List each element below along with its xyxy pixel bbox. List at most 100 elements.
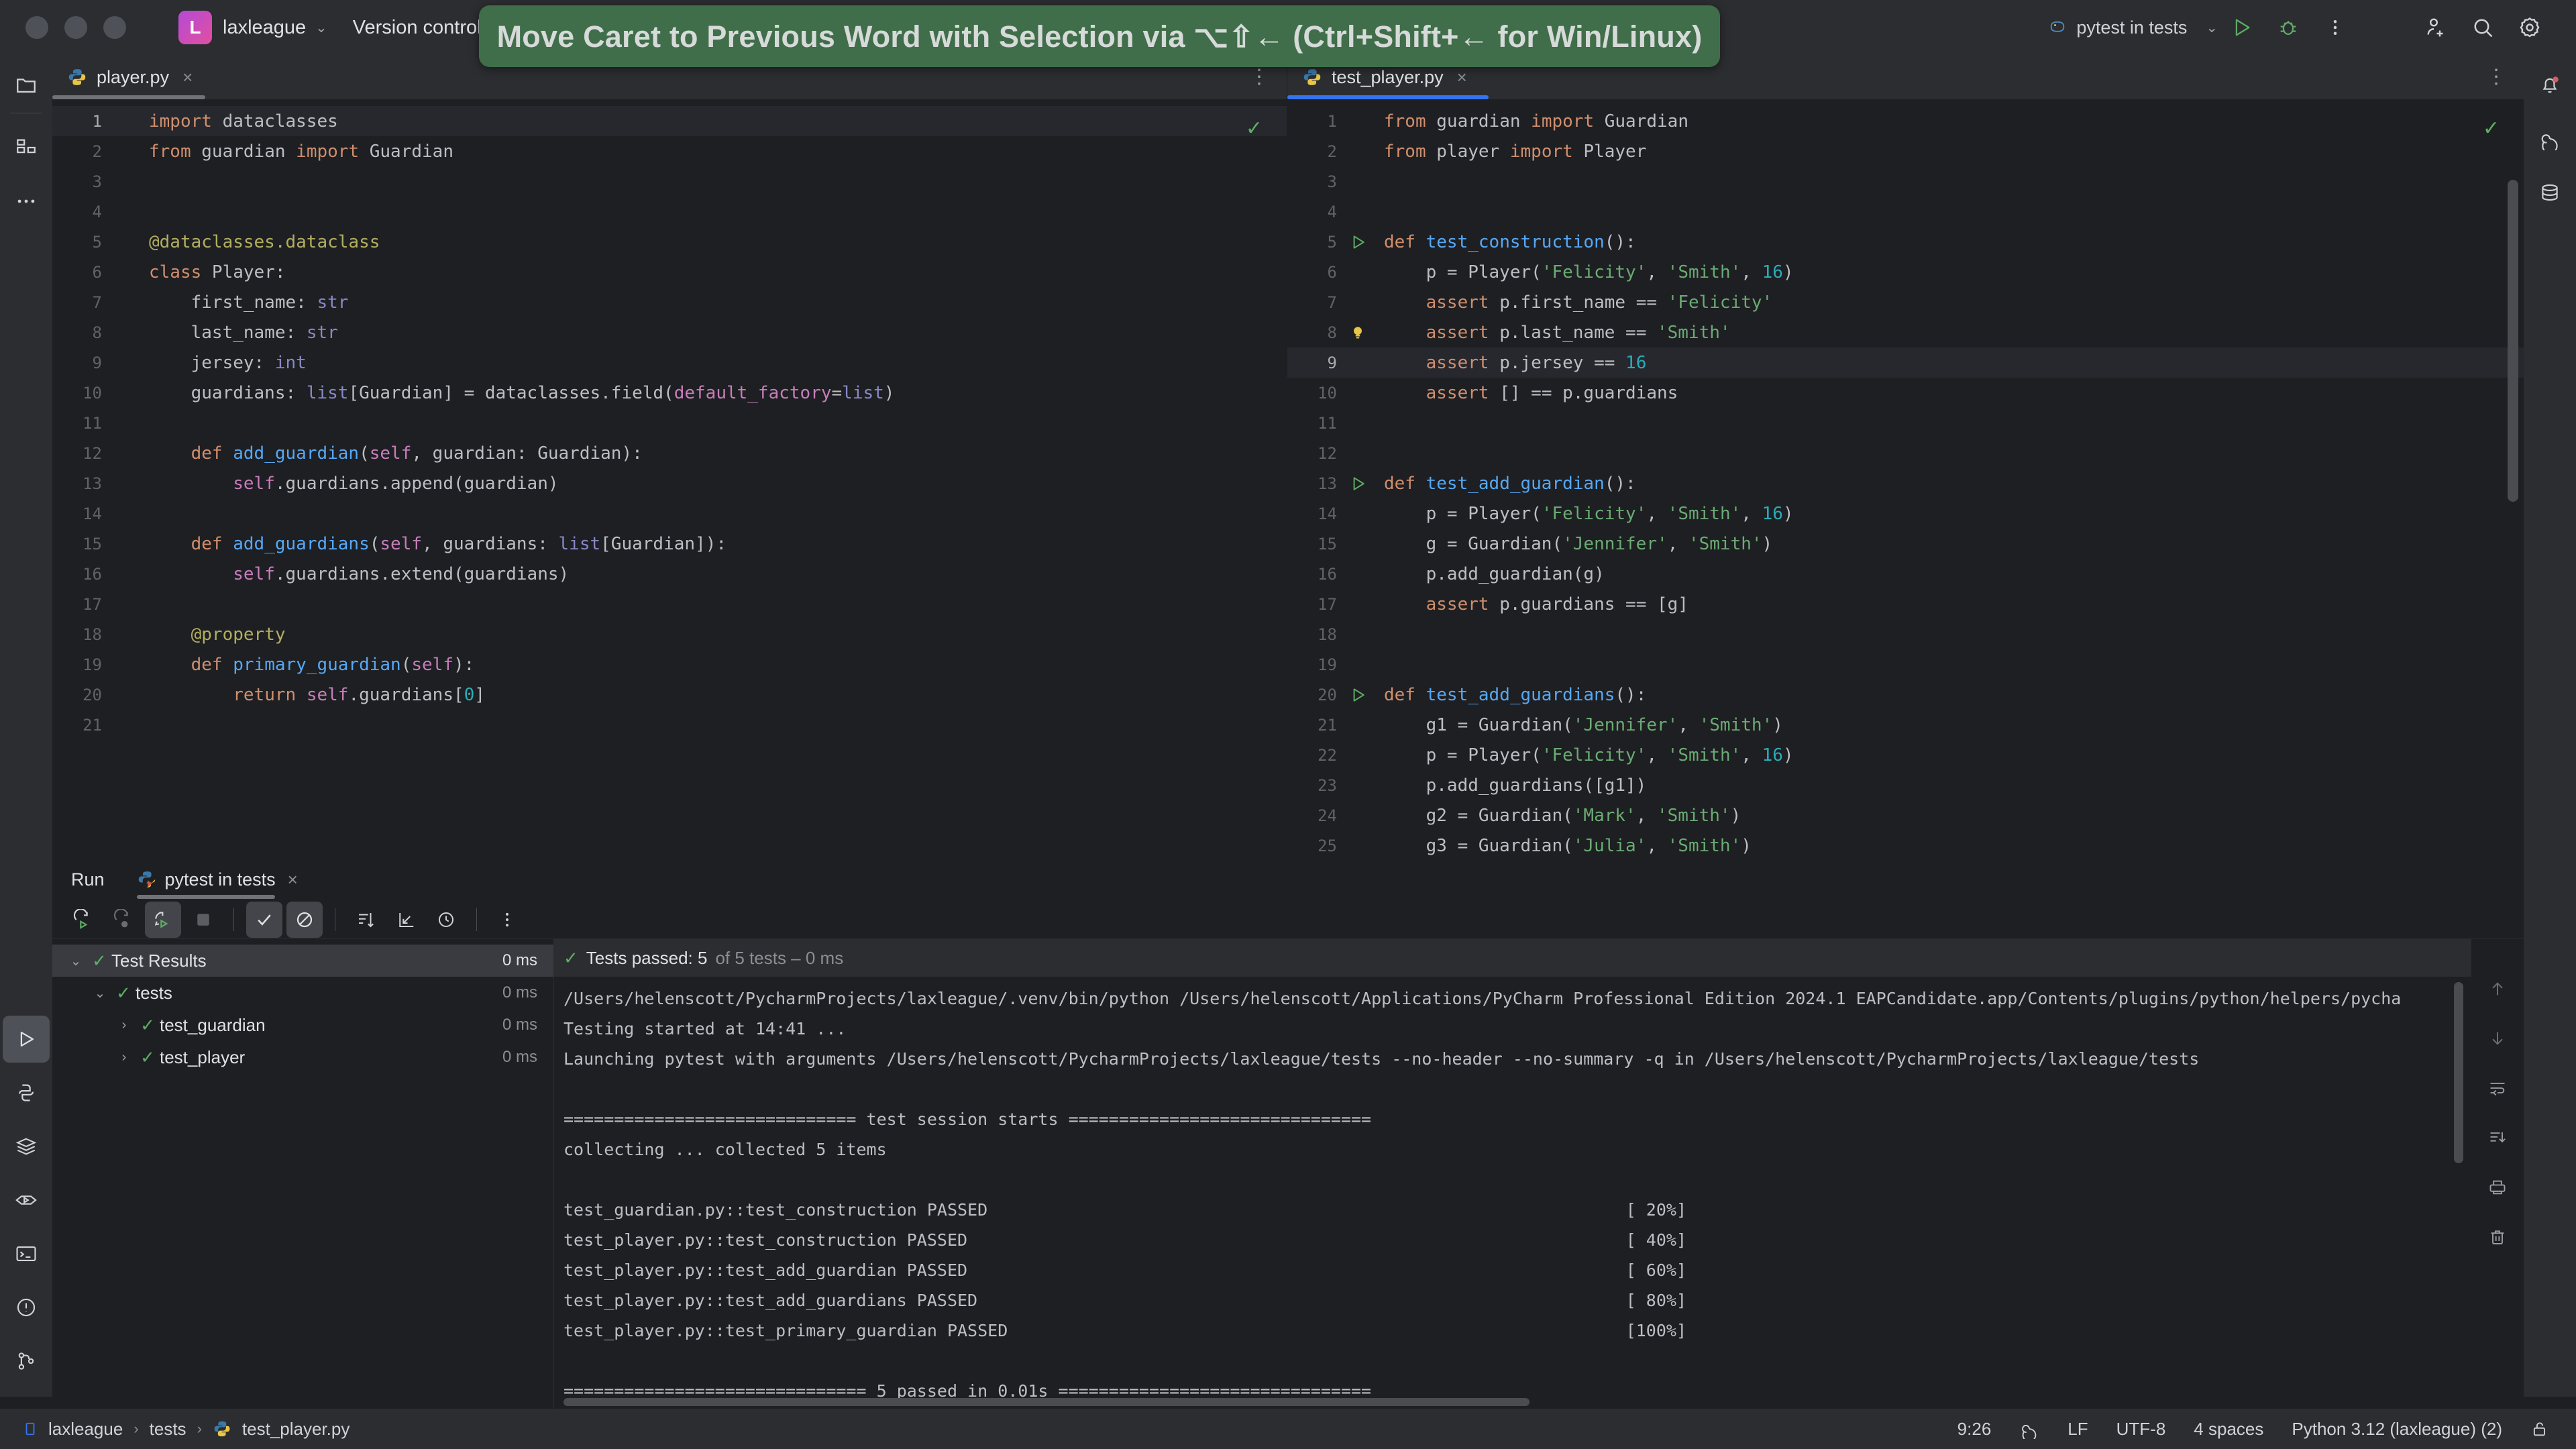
sort-alphabetically-icon[interactable] <box>347 902 384 938</box>
interpreter-selector[interactable]: Python 3.12 (laxleague) (2) <box>2292 1419 2502 1440</box>
show-ignored-tests-icon[interactable] <box>286 902 323 938</box>
show-passed-tests-icon[interactable] <box>246 902 282 938</box>
debug-tool-window-icon[interactable] <box>3 1177 50 1224</box>
editor-scrollbar-vertical[interactable] <box>2508 180 2518 502</box>
scroll-up-icon[interactable] <box>2477 969 2518 1009</box>
more-actions-icon[interactable] <box>2312 4 2359 51</box>
code-line: 15 g = Guardian('Jennifer', 'Smith') <box>1287 529 2524 559</box>
code-text: from guardian import Guardian <box>146 142 453 162</box>
code-viewport-right[interactable]: ✓ 1from guardian import Guardian2from pl… <box>1287 99 2524 859</box>
run-tool-window-icon[interactable] <box>3 1016 50 1063</box>
breadcrumb-item[interactable]: tests <box>150 1419 186 1440</box>
tab-player-py[interactable]: player.py × <box>52 55 207 99</box>
problems-icon[interactable] <box>3 1284 50 1331</box>
run-test-gutter-icon[interactable] <box>1349 475 1381 492</box>
chevron-right-icon[interactable]: › <box>113 1050 136 1065</box>
status-bar: laxleague›tests›test_player.py 9:26 LF U… <box>0 1409 2576 1449</box>
test-console[interactable]: ✓ Tests passed: 5 of 5 tests – 0 ms /Use… <box>554 939 2471 1409</box>
run-test-gutter-icon[interactable] <box>1349 233 1381 251</box>
chevron-down-icon[interactable]: ⌄ <box>64 953 87 969</box>
breadcrumb-item[interactable]: laxleague <box>48 1419 123 1440</box>
tree-row[interactable]: ⌄✓Test Results0 ms <box>52 945 553 977</box>
more-tool-windows-icon[interactable] <box>3 178 50 225</box>
stop-icon[interactable] <box>185 902 221 938</box>
print-icon[interactable] <box>2477 1167 2518 1208</box>
code-text: p = Player('Felicity', 'Smith', 16) <box>1381 262 1794 282</box>
rerun-tests-icon[interactable] <box>64 902 101 938</box>
chevron-down-icon[interactable]: ⌄ <box>2206 19 2218 36</box>
console-scrollbar-vertical[interactable] <box>2454 982 2463 1163</box>
line-number: 18 <box>52 625 114 644</box>
run-tab-underline <box>137 895 275 899</box>
indent-setting[interactable]: 4 spaces <box>2194 1419 2263 1440</box>
run-test-gutter-icon[interactable] <box>1349 686 1381 704</box>
window-controls[interactable] <box>25 16 126 39</box>
code-text: self.guardians.extend(guardians) <box>146 564 569 584</box>
caret-position[interactable]: 9:26 <box>1957 1419 1992 1440</box>
toggle-auto-test-icon[interactable] <box>145 902 181 938</box>
console-scrollbar-horizontal[interactable] <box>564 1398 1529 1406</box>
python-packages-icon[interactable] <box>3 1069 50 1116</box>
editor-pane-right: test_player.py × ⋮ ✓ 1from guardian impo… <box>1287 55 2524 859</box>
line-separator[interactable]: LF <box>2068 1419 2088 1440</box>
file-encoding[interactable]: UTF-8 <box>2116 1419 2166 1440</box>
tree-row-label: test_player <box>160 1047 502 1068</box>
chevron-down-icon[interactable]: ⌄ <box>315 19 327 36</box>
test-results-tree[interactable]: ⌄✓Test Results0 ms⌄✓tests0 ms›✓test_guar… <box>52 939 554 1409</box>
clear-all-icon[interactable] <box>2477 1217 2518 1257</box>
editor-tab-options-icon[interactable]: ⋮ <box>1249 71 1269 83</box>
breadcrumb-item[interactable]: test_player.py <box>242 1419 350 1440</box>
version-control-icon[interactable] <box>3 1338 50 1385</box>
run-tab-pytest-in-tests[interactable]: pytest in tests × <box>137 859 298 900</box>
expand-all-icon[interactable] <box>388 902 424 938</box>
project-name[interactable]: laxleague <box>223 17 306 39</box>
chevron-down-icon[interactable]: ⌄ <box>89 985 111 1002</box>
editor-tab-options-icon[interactable]: ⋮ <box>2486 71 2506 83</box>
maximize-window-button[interactable] <box>103 16 126 39</box>
chevron-right-icon[interactable]: › <box>113 1018 136 1033</box>
python-file-icon <box>1302 67 1322 87</box>
scroll-down-icon[interactable] <box>2477 1018 2518 1059</box>
commit-icon[interactable] <box>3 124 50 171</box>
tree-row[interactable]: ›✓test_player0 ms <box>52 1041 553 1073</box>
more-options-icon[interactable] <box>489 902 525 938</box>
minimize-window-button[interactable] <box>64 16 87 39</box>
add-collaborator-icon[interactable] <box>2412 4 2459 51</box>
breadcrumb-separator: › <box>197 1420 202 1438</box>
database-icon[interactable] <box>2526 169 2573 216</box>
search-everywhere-icon[interactable] <box>2459 4 2506 51</box>
close-icon[interactable]: × <box>1457 67 1467 88</box>
lock-icon[interactable] <box>2530 1419 2549 1438</box>
terminal-icon[interactable] <box>3 1230 50 1277</box>
ai-assistant-status-icon[interactable] <box>2019 1419 2039 1439</box>
python-file-icon <box>67 67 87 87</box>
notifications-icon[interactable] <box>2526 62 2573 109</box>
project-icon[interactable] <box>3 62 50 109</box>
close-window-button[interactable] <box>25 16 48 39</box>
line-number: 12 <box>1287 444 1349 463</box>
rerun-failed-tests-icon[interactable] <box>105 902 141 938</box>
version-control-menu[interactable]: Version control <box>353 17 482 39</box>
ai-assistant-icon[interactable] <box>2526 115 2573 162</box>
debug-icon[interactable] <box>2265 4 2312 51</box>
line-number: 5 <box>1287 233 1349 252</box>
code-viewport-left[interactable]: ✓ 1import dataclasses2from guardian impo… <box>52 99 1287 859</box>
scroll-to-end-icon[interactable] <box>2477 1118 2518 1158</box>
tree-row[interactable]: ›✓test_guardian0 ms <box>52 1009 553 1041</box>
line-number: 10 <box>52 384 114 402</box>
line-number: 22 <box>1287 746 1349 765</box>
sort-by-duration-icon[interactable] <box>428 902 464 938</box>
close-icon[interactable]: × <box>182 67 193 88</box>
run-icon[interactable] <box>2218 4 2265 51</box>
intention-bulb-icon[interactable] <box>1349 324 1381 341</box>
settings-icon[interactable] <box>2506 4 2553 51</box>
close-icon[interactable]: × <box>288 869 298 890</box>
console-line-text: /Users/helenscott/PycharmProjects/laxlea… <box>564 989 2401 1019</box>
services-icon[interactable] <box>3 1123 50 1170</box>
tree-row[interactable]: ⌄✓tests0 ms <box>52 977 553 1009</box>
run-configuration-selector[interactable]: pytest in tests ⌄ <box>2048 17 2218 38</box>
line-number: 24 <box>1287 806 1349 825</box>
toolbar-divider <box>233 908 234 931</box>
code-line: 17 <box>52 589 1287 619</box>
soft-wrap-icon[interactable] <box>2477 1068 2518 1108</box>
